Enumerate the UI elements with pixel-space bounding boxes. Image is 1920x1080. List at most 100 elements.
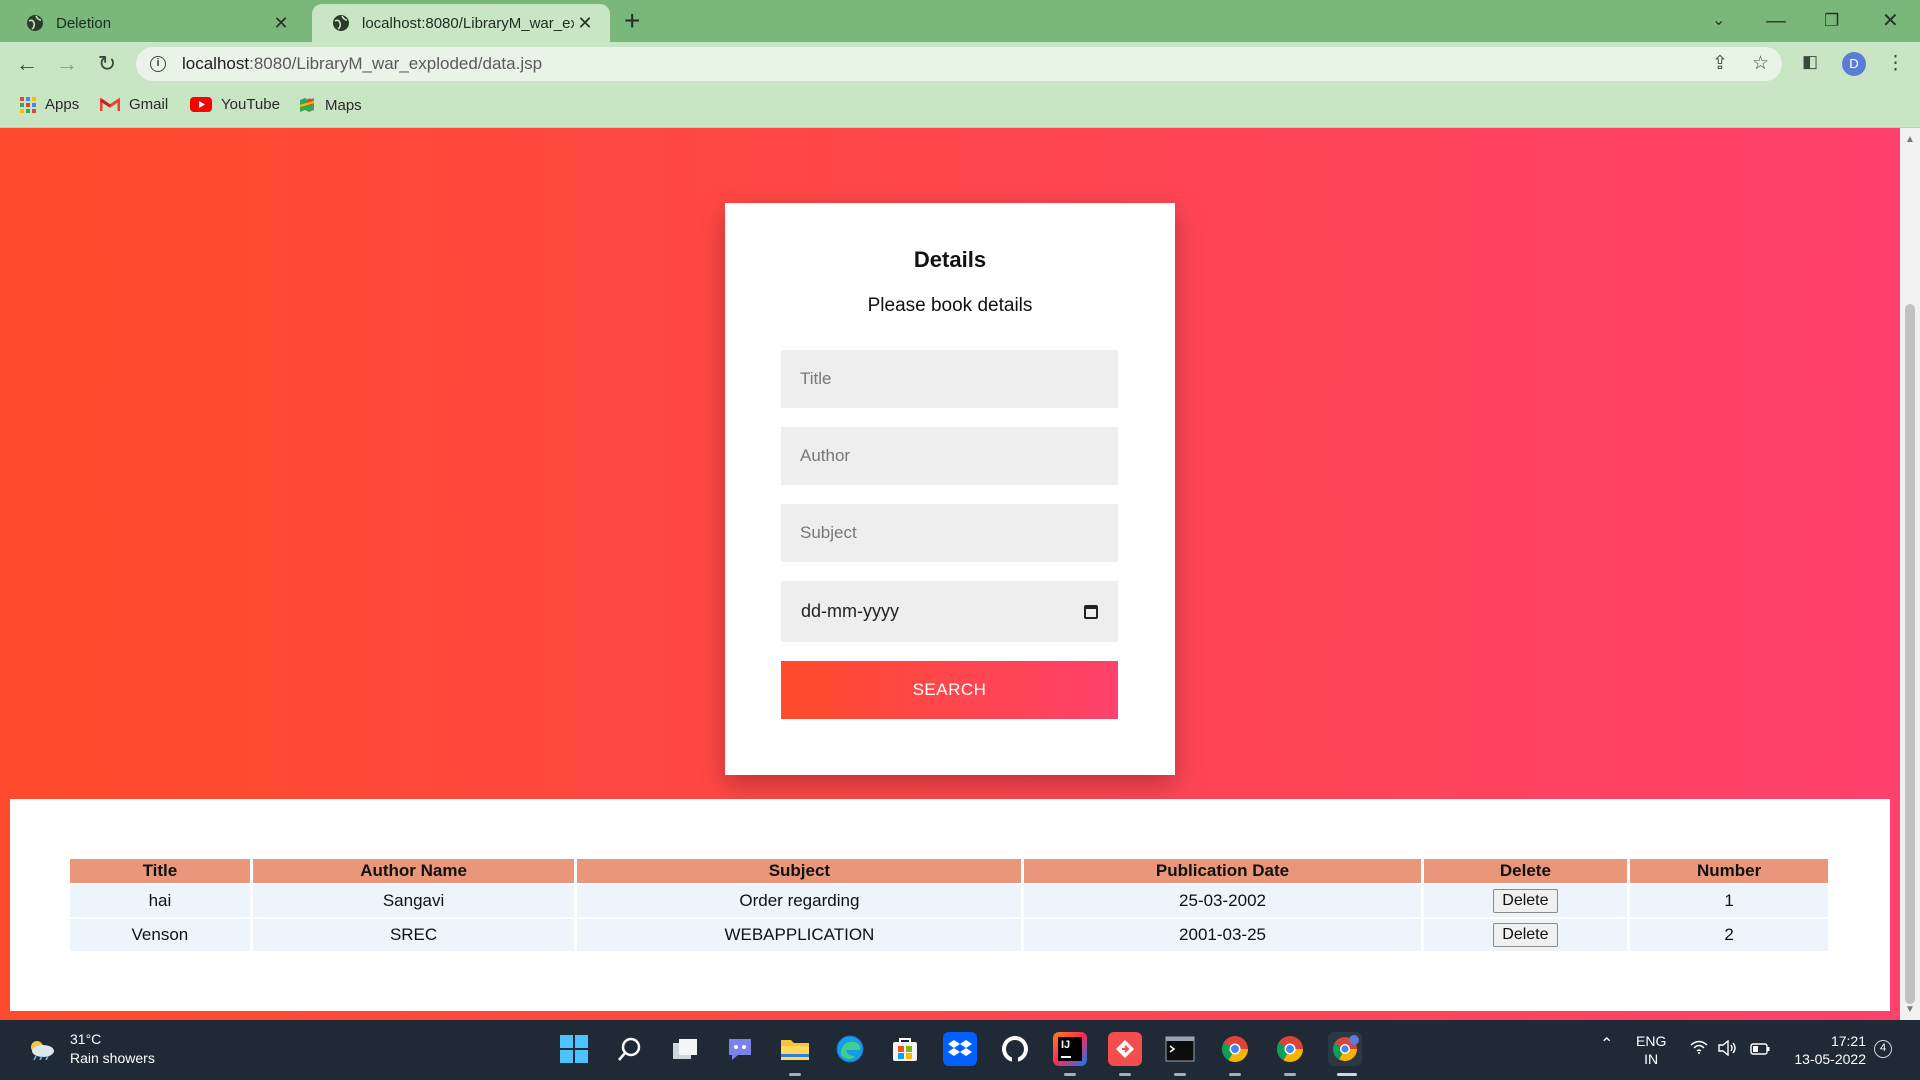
search-icon[interactable] bbox=[613, 1032, 647, 1066]
author-input[interactable] bbox=[781, 427, 1118, 485]
running-indicator bbox=[1064, 1073, 1076, 1076]
bookmark-apps[interactable]: Apps bbox=[20, 96, 79, 113]
form-subheading: Please book details bbox=[867, 295, 1033, 316]
file-explorer-icon[interactable] bbox=[778, 1032, 812, 1066]
calendar-icon[interactable] bbox=[1084, 604, 1098, 619]
col-author-name: Author Name bbox=[252, 859, 575, 883]
subject-input[interactable] bbox=[781, 504, 1118, 562]
search-button[interactable]: SEARCH bbox=[781, 661, 1118, 719]
bookmark-maps[interactable]: Maps bbox=[298, 96, 362, 114]
bookmark-star-icon[interactable]: ☆ bbox=[1752, 52, 1769, 75]
publication-date-input[interactable]: dd-mm-yyyy bbox=[781, 581, 1118, 642]
tab-title: localhost:8080/LibraryM_war_exp bbox=[362, 14, 574, 32]
globe-icon bbox=[333, 15, 349, 31]
back-button[interactable]: ← bbox=[12, 49, 42, 79]
delete-button[interactable]: Delete bbox=[1493, 923, 1558, 947]
page-scrollbar[interactable]: ▲ ▼ bbox=[1900, 128, 1920, 1020]
address-bar[interactable]: i localhost:8080/LibraryM_war_exploded/d… bbox=[136, 47, 1782, 81]
cell-author: SREC bbox=[252, 919, 575, 951]
tab-search-chevron-icon[interactable]: ⌄ bbox=[1712, 6, 1725, 36]
close-tab-icon[interactable]: ✕ bbox=[270, 13, 292, 34]
cell-date: 2001-03-25 bbox=[1024, 919, 1421, 951]
col-title: Title bbox=[70, 859, 250, 883]
profile-avatar[interactable]: D bbox=[1842, 52, 1866, 76]
site-info-icon[interactable]: i bbox=[150, 56, 166, 72]
intellij-idea-icon[interactable]: IJ bbox=[1053, 1032, 1087, 1066]
tab-data-jsp[interactable]: localhost:8080/LibraryM_war_exp ✕ bbox=[312, 4, 610, 42]
region-code: IN bbox=[1644, 1051, 1659, 1067]
cell-delete: Delete bbox=[1423, 919, 1628, 951]
chrome-icon[interactable] bbox=[1273, 1032, 1307, 1066]
teams-chat-icon[interactable] bbox=[723, 1032, 757, 1066]
gmail-icon bbox=[100, 97, 120, 111]
new-tab-button[interactable]: + bbox=[624, 6, 640, 36]
terminal-icon[interactable] bbox=[1163, 1032, 1197, 1066]
git-client-icon[interactable] bbox=[1108, 1032, 1142, 1066]
title-input[interactable] bbox=[781, 350, 1118, 408]
close-tab-icon[interactable]: ✕ bbox=[574, 13, 596, 34]
scrollbar-thumb[interactable] bbox=[1905, 304, 1915, 1004]
youtube-icon bbox=[190, 97, 212, 112]
wifi-icon[interactable] bbox=[1690, 1040, 1708, 1058]
bookmark-label: YouTube bbox=[221, 96, 280, 113]
close-window-button[interactable]: ✕ bbox=[1882, 6, 1899, 36]
reload-button[interactable]: ↻ bbox=[92, 49, 122, 79]
bookmark-gmail[interactable]: Gmail bbox=[100, 96, 168, 113]
delete-button[interactable]: Delete bbox=[1493, 889, 1558, 913]
show-hidden-icons-chevron-icon[interactable]: ⌃ bbox=[1600, 1036, 1613, 1054]
minimize-button[interactable]: — bbox=[1766, 6, 1786, 36]
scroll-down-arrow-icon[interactable]: ▼ bbox=[1905, 1004, 1915, 1015]
bookmark-label: Gmail bbox=[129, 96, 169, 113]
chrome-active-profile-icon[interactable] bbox=[1328, 1032, 1362, 1066]
microsoft-store-icon[interactable] bbox=[888, 1032, 922, 1066]
scroll-up-arrow-icon[interactable]: ▲ bbox=[1905, 134, 1915, 145]
side-panel-icon[interactable]: ◧ bbox=[1802, 52, 1818, 72]
col-subject: Subject bbox=[577, 859, 1022, 883]
cell-number: 1 bbox=[1630, 885, 1828, 917]
cell-date: 25-03-2002 bbox=[1024, 885, 1421, 917]
menu-kebab-icon[interactable]: ⋮ bbox=[1886, 52, 1905, 75]
bookmarks-bar: Apps Gmail YouTube Maps bbox=[0, 86, 1920, 128]
tab-deletion[interactable]: Deletion ✕ bbox=[6, 4, 306, 42]
running-indicator bbox=[1119, 1073, 1131, 1076]
notification-count-badge[interactable]: 4 bbox=[1874, 1040, 1892, 1058]
cell-author: Sangavi bbox=[252, 885, 575, 917]
dropbox-icon[interactable] bbox=[943, 1032, 977, 1066]
task-view-icon[interactable] bbox=[668, 1032, 702, 1066]
col-number: Number bbox=[1630, 859, 1828, 883]
books-table: Title Author Name Subject Publication Da… bbox=[67, 857, 1831, 953]
share-icon[interactable]: ⇪ bbox=[1712, 52, 1728, 75]
weather-condition: Rain showers bbox=[70, 1050, 155, 1066]
col-publication-date: Publication Date bbox=[1024, 859, 1421, 883]
clock[interactable]: 17:21 13-05-2022 bbox=[1788, 1032, 1866, 1068]
volume-icon[interactable] bbox=[1718, 1039, 1738, 1060]
table-header-row: Title Author Name Subject Publication Da… bbox=[70, 859, 1828, 883]
language-indicator[interactable]: ENG IN bbox=[1636, 1032, 1666, 1068]
github-icon[interactable] bbox=[998, 1032, 1032, 1066]
bookmark-label: Maps bbox=[325, 96, 362, 114]
running-indicator bbox=[1284, 1073, 1296, 1076]
chrome-profile-1-icon[interactable] bbox=[1218, 1032, 1252, 1066]
restore-button[interactable]: ❐ bbox=[1824, 6, 1839, 36]
windows-taskbar: 31°C Rain showers IJ ⌃ ENG IN 17:21 13-0… bbox=[0, 1020, 1920, 1080]
maps-icon bbox=[299, 98, 315, 112]
cell-subject: Order regarding bbox=[577, 885, 1022, 917]
temperature: 31°C bbox=[70, 1031, 102, 1047]
tab-title: Deletion bbox=[56, 14, 112, 32]
clock-date: 13-05-2022 bbox=[1794, 1051, 1866, 1067]
battery-icon[interactable] bbox=[1750, 1041, 1770, 1059]
running-indicator bbox=[789, 1073, 801, 1076]
rain-cloud-icon bbox=[31, 1041, 54, 1060]
bookmark-youtube[interactable]: YouTube bbox=[190, 96, 280, 113]
url-path: :8080/LibraryM_war_exploded/data.jsp bbox=[249, 54, 543, 73]
edge-browser-icon[interactable] bbox=[833, 1032, 867, 1066]
table-row: hai Sangavi Order regarding 25-03-2002 D… bbox=[70, 885, 1828, 917]
forward-button[interactable]: → bbox=[52, 49, 82, 79]
cell-delete: Delete bbox=[1423, 885, 1628, 917]
apps-grid-icon bbox=[20, 96, 36, 113]
running-indicator bbox=[1229, 1073, 1241, 1076]
start-windows-icon[interactable] bbox=[557, 1032, 591, 1066]
language-code: ENG bbox=[1636, 1033, 1667, 1049]
weather-widget[interactable]: 31°C Rain showers bbox=[26, 1030, 155, 1068]
url-host: localhost bbox=[182, 54, 250, 73]
